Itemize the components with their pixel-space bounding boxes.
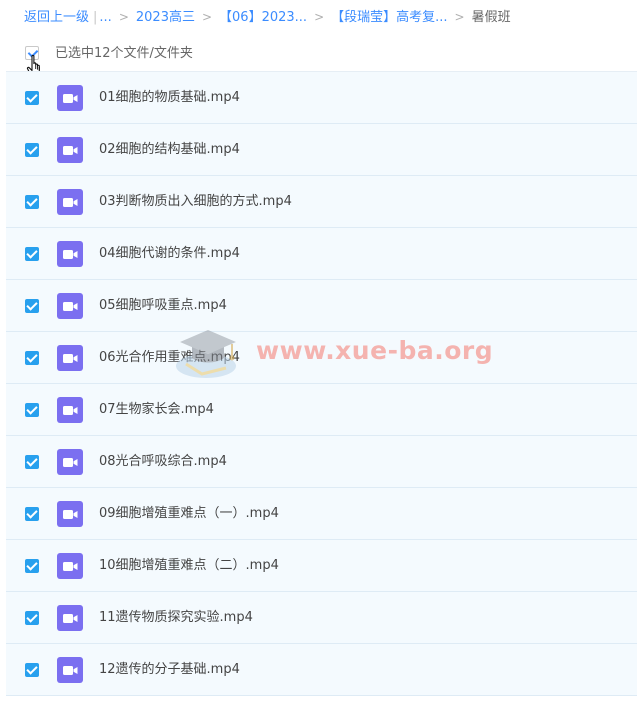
file-row[interactable]: 05细胞呼吸重点.mp4 (6, 280, 637, 332)
file-name[interactable]: 01细胞的物质基础.mp4 (99, 72, 240, 123)
file-checkbox[interactable] (25, 455, 39, 469)
back-link[interactable]: 返回上一级 (24, 10, 89, 25)
file-name[interactable]: 08光合呼吸综合.mp4 (99, 436, 227, 487)
video-file-icon (57, 189, 83, 215)
file-row[interactable]: 09细胞增殖重难点（一）.mp4 (6, 488, 637, 540)
file-row[interactable]: 12遗传的分子基础.mp4 (6, 644, 637, 696)
file-name[interactable]: 06光合作用重难点.mp4 (99, 332, 240, 383)
breadcrumb-separator: > (201, 10, 213, 24)
video-file-icon (57, 293, 83, 319)
video-file-icon (57, 241, 83, 267)
file-row[interactable]: 06光合作用重难点.mp4 (6, 332, 637, 384)
file-row[interactable]: 10细胞增殖重难点（二）.mp4 (6, 540, 637, 592)
file-row[interactable]: 01细胞的物质基础.mp4 (6, 72, 637, 124)
file-name[interactable]: 12遗传的分子基础.mp4 (99, 644, 240, 695)
file-name[interactable]: 03判断物质出入细胞的方式.mp4 (99, 176, 292, 227)
file-name[interactable]: 04细胞代谢的条件.mp4 (99, 228, 240, 279)
video-file-icon (57, 605, 83, 631)
selection-bar: 已选中12个文件/文件夹 (24, 44, 193, 64)
file-row[interactable]: 08光合呼吸综合.mp4 (6, 436, 637, 488)
breadcrumb-separator: > (454, 10, 465, 24)
file-checkbox[interactable] (25, 299, 39, 313)
file-checkbox[interactable] (25, 403, 39, 417)
file-checkbox[interactable] (25, 611, 39, 625)
file-checkbox[interactable] (25, 351, 39, 365)
file-checkbox[interactable] (25, 195, 39, 209)
file-name[interactable]: 07生物家长会.mp4 (99, 384, 214, 435)
breadcrumb: 返回上一级 |... >2023高三 > 【06】2023... > 【段瑞莹】高考复...… (24, 6, 511, 28)
file-name[interactable]: 05细胞呼吸重点.mp4 (99, 280, 227, 331)
file-row[interactable]: 02细胞的结构基础.mp4 (6, 124, 637, 176)
video-file-icon (57, 657, 83, 683)
video-file-icon (57, 553, 83, 579)
breadcrumb-current: 暑假班 (471, 10, 511, 25)
file-row[interactable]: 03判断物质出入细胞的方式.mp4 (6, 176, 637, 228)
file-name[interactable]: 09细胞增殖重难点（一）.mp4 (99, 488, 279, 539)
file-checkbox[interactable] (25, 507, 39, 521)
video-file-icon (57, 137, 83, 163)
file-row[interactable]: 11遗传物质探究实验.mp4 (6, 592, 637, 644)
file-checkbox[interactable] (25, 143, 39, 157)
video-file-icon (57, 449, 83, 475)
breadcrumb-item-2023-gaosan[interactable]: 2023高三 (136, 10, 195, 25)
video-file-icon (57, 397, 83, 423)
breadcrumb-separator: > (118, 10, 129, 24)
video-file-icon (57, 85, 83, 111)
video-file-icon (57, 501, 83, 527)
video-file-icon (57, 345, 83, 371)
file-name[interactable]: 10细胞增殖重难点（二）.mp4 (99, 540, 279, 591)
file-checkbox[interactable] (25, 91, 39, 105)
file-row[interactable]: 07生物家长会.mp4 (6, 384, 637, 436)
selection-count-label: 已选中12个文件/文件夹 (55, 46, 193, 61)
file-checkbox[interactable] (25, 663, 39, 677)
breadcrumb-pipe: | (93, 10, 98, 25)
file-checkbox[interactable] (25, 559, 39, 573)
file-name[interactable]: 02细胞的结构基础.mp4 (99, 124, 240, 175)
file-name[interactable]: 11遗传物质探究实验.mp4 (99, 592, 253, 643)
file-list: 01细胞的物质基础.mp4 02细胞的结构基础.mp4 03判断物质出入细胞的方… (6, 72, 637, 696)
file-checkbox[interactable] (25, 247, 39, 261)
breadcrumb-ellipsis[interactable]: ... (99, 10, 111, 25)
breadcrumb-item-06[interactable]: 【06】2023... (219, 10, 307, 25)
file-row[interactable]: 04细胞代谢的条件.mp4 (6, 228, 637, 280)
breadcrumb-item-teacher[interactable]: 【段瑞莹】高考复... (331, 10, 447, 25)
breadcrumb-separator: > (314, 10, 325, 24)
